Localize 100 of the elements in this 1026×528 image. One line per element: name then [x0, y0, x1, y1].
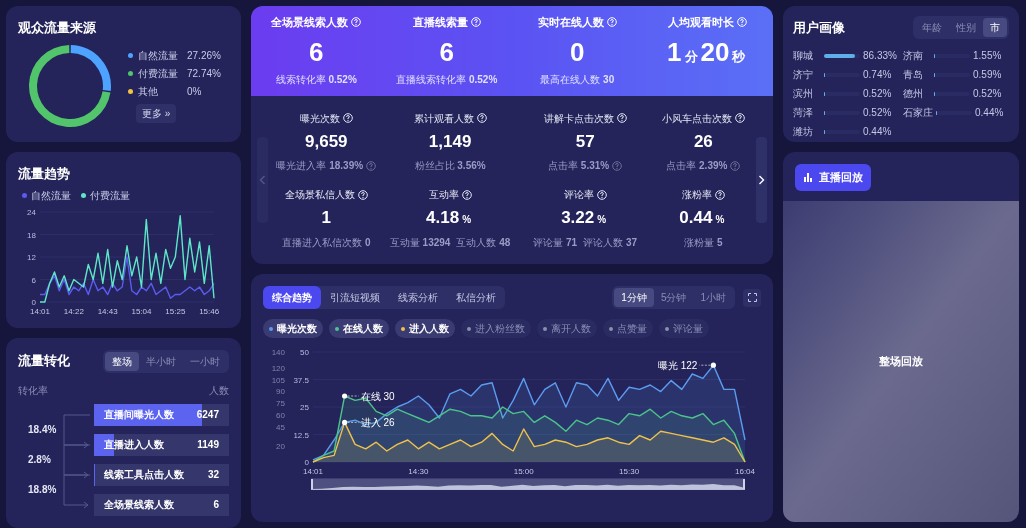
help-icon — [714, 189, 725, 200]
axis-label: 15:25 — [165, 307, 186, 316]
legend-label: 付费流量 — [90, 189, 130, 203]
help-icon — [737, 17, 748, 28]
axis-label: 50 — [300, 348, 309, 357]
legend-chip[interactable]: 离开人数 — [537, 319, 597, 338]
metric-subtext: 互动人数 48 — [456, 235, 511, 250]
annotation: 曝光 122 — [657, 359, 698, 371]
metric-value: 0.44 % — [679, 207, 726, 229]
kpi-title: 人均观看时长 — [668, 15, 735, 30]
axis-label: 14:43 — [97, 307, 118, 316]
bar-chart-icon — [803, 172, 813, 183]
annotation: 曝光 122 — [657, 359, 716, 371]
metric-subtext: 直播进入私信次数 0 — [282, 235, 371, 250]
legend-chip[interactable]: 曝光次数 — [263, 319, 323, 338]
axis-label: 18 — [27, 230, 36, 240]
kpi-value: 1 分 20 秒 — [667, 35, 747, 67]
fullscreen-button[interactable] — [743, 288, 761, 307]
help-icon — [734, 113, 745, 123]
legend-chip[interactable]: 进入人数 — [395, 319, 455, 338]
help-icon — [616, 113, 627, 123]
more-button[interactable]: 更多 » — [136, 104, 177, 123]
step-label: 全场景线索人数 — [104, 498, 174, 512]
metric-title: 全场景私信人数 — [284, 188, 355, 202]
metric-value: 4.18 % — [426, 207, 473, 229]
tab[interactable]: 整场 — [105, 351, 139, 371]
help-icon — [606, 17, 617, 28]
metric-value: 1 — [321, 207, 331, 229]
legend-chip[interactable]: 点赞量 — [603, 319, 653, 338]
column-header: 人数 — [209, 383, 229, 398]
metric-title: 曝光次数 — [299, 111, 340, 126]
step-value: 32 — [206, 468, 219, 482]
legend-chip[interactable]: 进入粉丝数 — [461, 319, 531, 338]
kpi-value: 0 — [570, 35, 585, 67]
kpi-subtext: 线索转化率 0.52% — [275, 72, 357, 87]
tab[interactable]: 1小时 — [693, 288, 733, 307]
conversion-rate: 18.4% — [27, 423, 57, 437]
axis-label: 75 — [276, 399, 285, 409]
axis-label: 20 — [276, 442, 285, 452]
card-title: 用户画像 — [793, 18, 845, 37]
axis-label: 6 — [31, 275, 36, 285]
axis-label: 37.5 — [293, 375, 309, 385]
city-share: 0.44% — [975, 106, 1004, 120]
legend-chip[interactable]: 在线人数 — [329, 319, 389, 338]
city-share: 0.52% — [863, 106, 892, 120]
help-icon — [476, 113, 487, 123]
tab[interactable]: 性别 — [949, 18, 983, 37]
metric-subtext: 评论量 71 — [533, 235, 578, 250]
replay-button[interactable]: 直播回放 — [795, 164, 871, 191]
annotation: 在线 30 — [360, 390, 395, 402]
axis-label: 105 — [271, 375, 285, 385]
card-title: 流量转化 — [18, 352, 70, 371]
help-icon — [596, 189, 607, 200]
range-slider[interactable] — [311, 478, 745, 490]
axis-label: 25 — [300, 403, 309, 412]
tab[interactable]: 线索分析 — [389, 286, 447, 309]
axis-label: 140 — [271, 348, 285, 357]
kpi-subtext: 直播线索转化率 0.52% — [396, 72, 498, 87]
annotation: 进入 26 — [360, 416, 395, 428]
metric-subtext: 曝光进入率 18.39% — [276, 159, 364, 173]
tab[interactable]: 年龄 — [915, 18, 949, 37]
tab[interactable]: 私信分析 — [447, 286, 505, 309]
legend-value: 72.74% — [187, 67, 221, 81]
city-share: 0.52% — [863, 87, 892, 101]
chevron-icon — [758, 175, 765, 185]
axis-label: 14:01 — [30, 307, 50, 316]
tab[interactable]: 引流短视频 — [321, 286, 389, 309]
legend-label: 自然流量 — [31, 189, 71, 203]
annotation: 在线 30 — [342, 390, 395, 402]
tab[interactable]: 5分钟 — [653, 288, 694, 307]
help-icon — [342, 113, 353, 123]
tab[interactable]: 综合趋势 — [263, 286, 321, 309]
kpi-title: 实时在线人数 — [537, 15, 604, 30]
metric-subtext: 点击率 2.39% — [666, 159, 728, 173]
axis-label: 15:46 — [199, 307, 220, 316]
tab[interactable]: 市 — [983, 18, 1007, 37]
annotation: 进入 26 — [342, 416, 395, 428]
city-share: 0.59% — [973, 68, 1002, 82]
connector-arrow — [63, 444, 91, 478]
step-value: 6 — [212, 498, 219, 512]
axis-label: 14:22 — [63, 307, 84, 316]
city-share: 86.33% — [863, 49, 897, 63]
axis-label: 90 — [276, 387, 285, 397]
legend-chip[interactable]: 评论量 — [659, 319, 709, 338]
metric-title: 评论率 — [563, 188, 594, 202]
city-name: 济宁 — [793, 68, 814, 82]
city-name: 聊城 — [793, 49, 814, 63]
conversion-rate: 2.8% — [27, 453, 51, 467]
kpi-value: 6 — [439, 35, 454, 67]
metric-subtext: 涨粉量 5 — [684, 235, 723, 250]
metric-subtext: 点击率 5.31% — [548, 159, 610, 173]
metric-subtext: 粉丝占比 3.56% — [414, 159, 486, 173]
city-share: 0.74% — [863, 68, 892, 82]
tab[interactable]: 半小时 — [139, 351, 183, 371]
axis-label: 60 — [276, 410, 285, 420]
help-icon — [357, 189, 368, 200]
city-name: 德州 — [903, 87, 924, 101]
metric-value: 57 — [575, 130, 595, 153]
tab[interactable]: 1分钟 — [614, 288, 654, 307]
city-name: 潍坊 — [793, 125, 814, 139]
